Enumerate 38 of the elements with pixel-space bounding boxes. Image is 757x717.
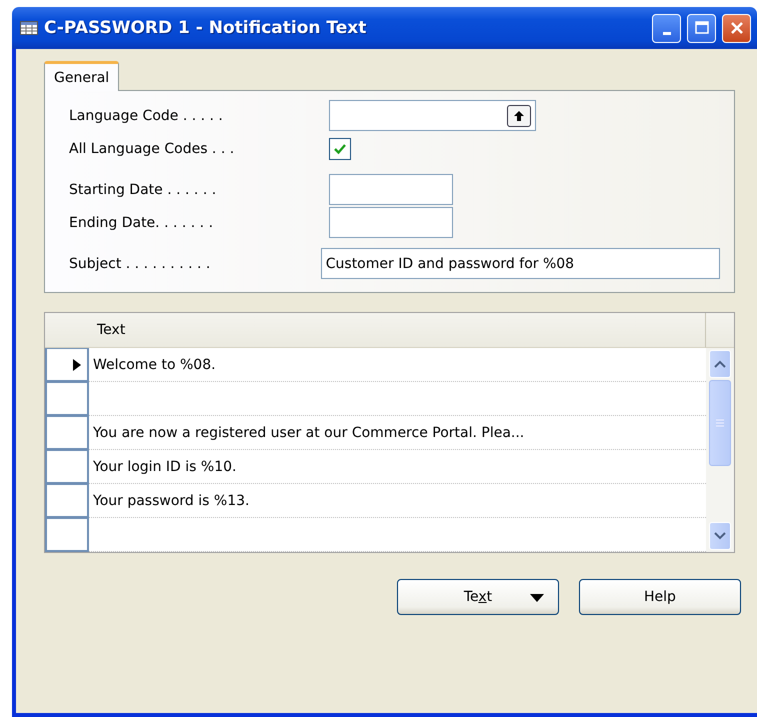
column-header[interactable]: Text xyxy=(89,313,706,348)
checkbox[interactable] xyxy=(329,138,351,160)
table-cell: You are now a registered user at our Commerce Portal. Plea... xyxy=(89,416,706,450)
field-label: Subject . . . . . . . . . . xyxy=(69,256,212,272)
caret-icon xyxy=(530,594,544,602)
field-label: Starting Date . . . . . . xyxy=(69,182,218,198)
header-cell xyxy=(45,313,89,348)
down-chevron-icon xyxy=(714,532,726,540)
lookup-button[interactable] xyxy=(507,104,531,126)
up-arrow-icon xyxy=(513,110,525,122)
current-row-icon xyxy=(73,358,81,370)
field-label: Language Code . . . . . xyxy=(69,108,224,124)
date-field[interactable] xyxy=(329,174,453,205)
grip-icon xyxy=(716,419,724,427)
language-code-field[interactable] xyxy=(329,100,536,131)
close-icon xyxy=(728,20,744,36)
row-selector[interactable] xyxy=(45,348,89,382)
subject-field[interactable]: Customer ID and password for %08 xyxy=(320,248,720,279)
check-icon xyxy=(333,142,347,156)
minimize-button[interactable] xyxy=(652,14,681,42)
table-cell: Welcome to %08. xyxy=(89,348,706,382)
field-label: Ending Date. . . . . . . xyxy=(69,214,214,230)
table-cell: Your password is %13. xyxy=(89,484,706,518)
text-menu-button[interactable]: Text xyxy=(397,579,559,615)
maximize-button[interactable] xyxy=(687,14,716,42)
up-chevron-icon xyxy=(714,360,726,368)
table-cell: Your login ID is %10. xyxy=(89,450,706,484)
minimize-icon xyxy=(662,32,670,34)
maximize-icon xyxy=(694,20,710,36)
help-button[interactable]: Help xyxy=(579,579,741,615)
date-field[interactable] xyxy=(329,207,453,238)
close-button[interactable] xyxy=(722,14,751,42)
field-label: All Language Codes . . . xyxy=(69,140,236,156)
window-title: C-PASSWORD 1 - Notification Text xyxy=(44,18,368,38)
header-cell xyxy=(706,313,734,348)
tab[interactable]: General xyxy=(44,61,120,91)
table-icon xyxy=(20,21,38,35)
scrollbar[interactable] xyxy=(706,348,734,552)
